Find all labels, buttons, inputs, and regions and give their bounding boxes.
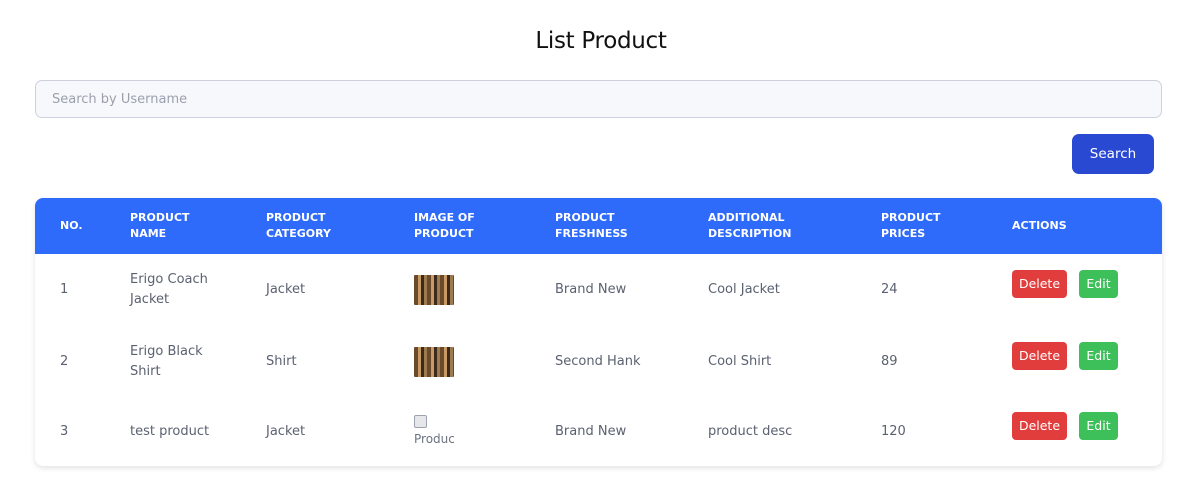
table-row: 1 Erigo Coach Jacket Jacket Brand New Co… xyxy=(35,254,1162,326)
cell-category: Jacket xyxy=(266,282,306,297)
cell-freshness: Brand New xyxy=(555,424,627,439)
cell-image xyxy=(414,254,555,326)
cell-price: 120 xyxy=(881,424,906,439)
cell-no: 1 xyxy=(60,282,69,297)
search-input[interactable] xyxy=(35,80,1162,118)
product-image xyxy=(414,275,454,305)
table-row: 2 Erigo Black Shirt Shirt Second Hank Co… xyxy=(35,326,1162,398)
cell-actions: Delete Edit xyxy=(1012,398,1162,466)
table-row: 3 test product Jacket Produc Brand New p… xyxy=(35,398,1162,466)
delete-button[interactable]: Delete xyxy=(1012,412,1067,440)
cell-freshness: Second Hank xyxy=(555,354,641,369)
cell-actions: Delete Edit xyxy=(1012,254,1162,326)
cell-price: 89 xyxy=(881,354,898,369)
header-no: NO. xyxy=(60,219,83,232)
cell-description: product desc xyxy=(708,424,793,439)
cell-actions: Delete Edit xyxy=(1012,326,1162,398)
header-product-prices: PRODUCT PRICES xyxy=(881,211,941,240)
broken-image-icon: Produc xyxy=(414,415,454,449)
cell-price: 24 xyxy=(881,282,898,297)
cell-no: 3 xyxy=(60,424,69,439)
cell-description: Cool Jacket xyxy=(708,282,780,297)
cell-category: Shirt xyxy=(266,354,297,369)
cell-image: Produc xyxy=(414,398,555,466)
header-product-name: PRODUCT NAME xyxy=(130,211,190,240)
edit-button[interactable]: Edit xyxy=(1079,270,1118,298)
header-product-freshness: PRODUCT FRESHNESS xyxy=(555,211,628,240)
table-header-row: NO. PRODUCT NAME PRODUCT CATEGORY IMAGE … xyxy=(35,198,1162,254)
header-product-category: PRODUCT CATEGORY xyxy=(266,211,331,240)
header-actions: ACTIONS xyxy=(1012,219,1067,232)
cell-freshness: Brand New xyxy=(555,282,627,297)
edit-button[interactable]: Edit xyxy=(1079,342,1118,370)
edit-button[interactable]: Edit xyxy=(1079,412,1118,440)
header-additional-description: ADDITIONAL DESCRIPTION xyxy=(708,211,792,240)
cell-category: Jacket xyxy=(266,424,306,439)
product-image xyxy=(414,347,454,377)
cell-no: 2 xyxy=(60,354,69,369)
search-button[interactable]: Search xyxy=(1072,134,1154,174)
image-alt-text: Produc xyxy=(414,432,454,446)
cell-image xyxy=(414,326,555,398)
cell-description: Cool Shirt xyxy=(708,354,772,369)
page-title: List Product xyxy=(535,28,667,54)
delete-button[interactable]: Delete xyxy=(1012,342,1067,370)
header-image-of-product: IMAGE OF PRODUCT xyxy=(414,211,475,240)
cell-product-name: Erigo Coach Jacket xyxy=(130,272,208,307)
product-table-card: NO. PRODUCT NAME PRODUCT CATEGORY IMAGE … xyxy=(35,198,1162,466)
delete-button[interactable]: Delete xyxy=(1012,270,1067,298)
product-table: NO. PRODUCT NAME PRODUCT CATEGORY IMAGE … xyxy=(35,198,1162,466)
cell-product-name: Erigo Black Shirt xyxy=(130,344,203,379)
cell-product-name: test product xyxy=(130,424,210,439)
